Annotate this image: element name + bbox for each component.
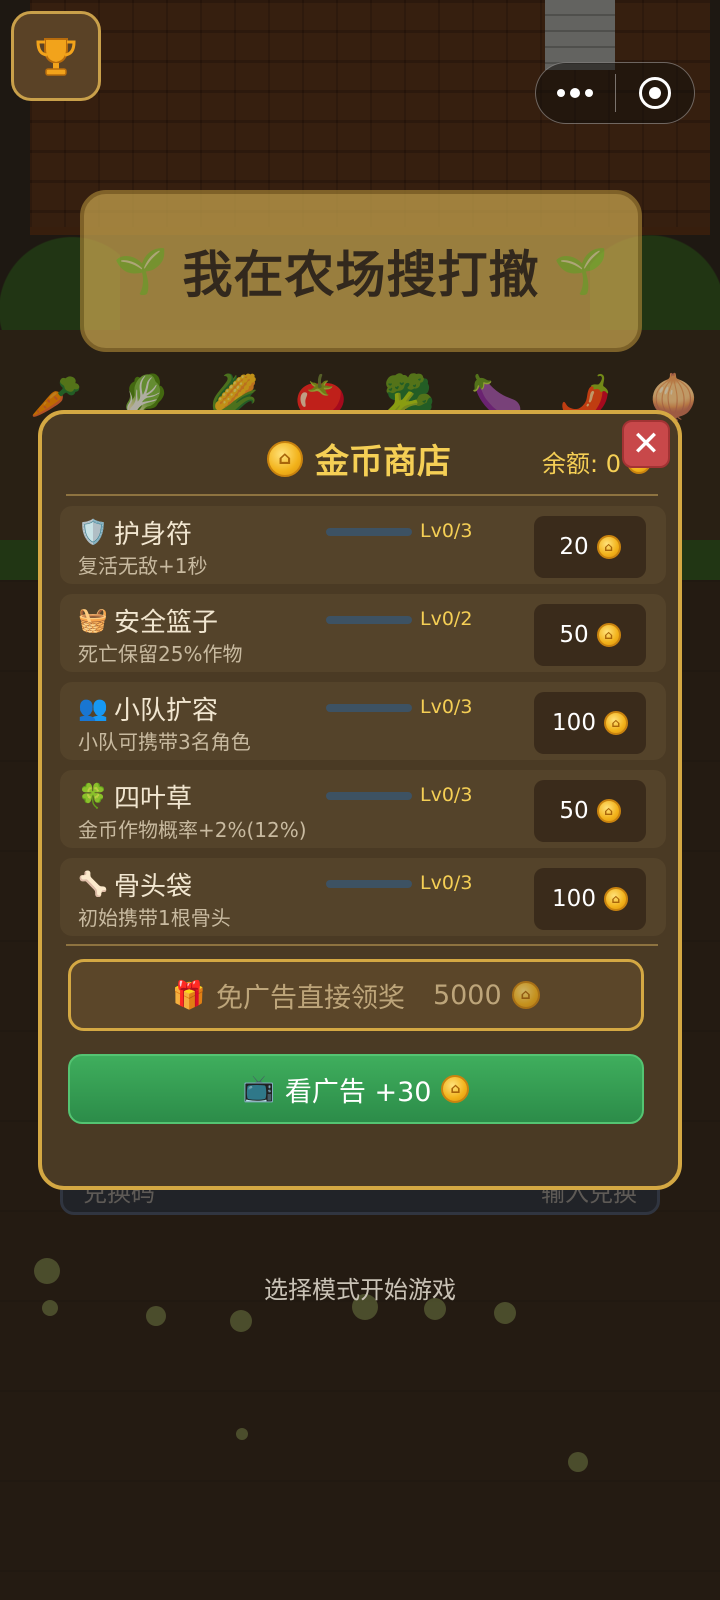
item-level: Lv0/3 — [420, 784, 473, 806]
bone-icon: 🦴 — [78, 870, 108, 898]
price-label: 100 — [552, 710, 596, 736]
coin-icon: ⌂ — [603, 711, 628, 735]
buy-button[interactable]: 100 ⌂ — [534, 692, 646, 754]
level-progress-bar — [326, 792, 412, 800]
divider — [66, 944, 658, 946]
free-claim-button[interactable]: 🎁 免广告直接领奖 5000 ⌂ — [68, 959, 644, 1031]
item-level: Lv0/3 — [420, 872, 473, 894]
level-progress-bar — [326, 704, 412, 712]
coin-icon: ⌂ — [441, 1075, 470, 1103]
item-desc: 初始携带1根骨头 — [78, 906, 231, 930]
miniprogram-capsule — [535, 62, 695, 124]
clover-icon: 🍀 — [78, 782, 108, 810]
coin-icon: ⌂ — [596, 623, 621, 647]
item-name: 骨头袋 — [114, 872, 193, 902]
item-name: 安全篮子 — [114, 608, 219, 638]
coin-shop-modal: ⌂ 金币商店 余额: 0 ⌂ 🛡️ 护身符 复活无敌+1秒 Lv0/3 20 ⌂… — [38, 410, 682, 1190]
divider — [66, 494, 658, 496]
coin-icon: ⌂ — [596, 535, 621, 559]
game-title: 我在农场搜打撤 — [182, 246, 540, 304]
item-name: 四叶草 — [114, 784, 193, 814]
level-progress-bar — [326, 880, 412, 888]
coin-icon: ⌂ — [267, 440, 303, 477]
people-icon: 👥 — [78, 694, 108, 722]
item-name: 护身符 — [114, 520, 193, 550]
level-progress-bar — [326, 528, 412, 536]
free-claim-amount: 5000 — [432, 979, 502, 1011]
shop-item-safe-basket: 🧺 安全篮子 死亡保留25%作物 Lv0/2 50 ⌂ — [60, 594, 666, 672]
item-desc: 小队可携带3名角色 — [78, 730, 251, 754]
buy-button[interactable]: 50 ⌂ — [534, 604, 646, 666]
shop-item-four-leaf-clover: 🍀 四叶草 金币作物概率+2%(12%) Lv0/3 50 ⌂ — [60, 770, 666, 848]
watch-ad-label: 看广告 +30 — [284, 1076, 432, 1108]
start-hint: 选择模式开始游戏 — [264, 1276, 456, 1304]
close-icon[interactable]: ✕ — [622, 420, 670, 468]
item-level: Lv0/3 — [420, 696, 473, 718]
item-desc: 死亡保留25%作物 — [78, 642, 243, 666]
price-label: 20 — [559, 534, 589, 560]
watch-ad-button[interactable]: 📺 看广告 +30 ⌂ — [68, 1054, 644, 1124]
more-button[interactable] — [536, 63, 615, 123]
shield-icon: 🛡️ — [78, 518, 108, 546]
level-progress-bar — [326, 616, 412, 624]
leaderboard-button[interactable] — [11, 11, 101, 101]
shop-header: ⌂ 金币商店 余额: 0 ⌂ — [42, 434, 678, 490]
item-name: 小队扩容 — [114, 696, 219, 726]
item-level: Lv0/2 — [420, 608, 473, 630]
buy-button[interactable]: 50 ⌂ — [534, 780, 646, 842]
item-level: Lv0/3 — [420, 520, 473, 542]
price-label: 100 — [552, 886, 596, 912]
shop-title: 金币商店 — [315, 442, 451, 482]
shop-item-amulet: 🛡️ 护身符 复活无敌+1秒 Lv0/3 20 ⌂ — [60, 506, 666, 584]
price-label: 50 — [559, 798, 589, 824]
buy-button[interactable]: 20 ⌂ — [534, 516, 646, 578]
shop-item-bone-bag: 🦴 骨头袋 初始携带1根骨头 Lv0/3 100 ⌂ — [60, 858, 666, 936]
more-dots-icon — [557, 89, 566, 97]
coin-icon: ⌂ — [511, 981, 540, 1009]
buy-button[interactable]: 100 ⌂ — [534, 868, 646, 930]
exit-button[interactable] — [616, 63, 695, 123]
item-desc: 金币作物概率+2%(12%) — [78, 818, 307, 842]
gift-icon: 🎁 — [172, 980, 206, 1011]
sprout-icon: 🌱 — [553, 246, 609, 297]
price-label: 50 — [559, 622, 589, 648]
game-title-sign: 🌱 我在农场搜打撤 🌱 — [80, 190, 642, 352]
balance-label: 余额: 0 — [542, 450, 621, 478]
free-claim-label: 免广告直接领奖 — [215, 982, 405, 1014]
coin-icon: ⌂ — [596, 799, 621, 823]
coin-icon: ⌂ — [603, 887, 628, 911]
basket-icon: 🧺 — [78, 606, 108, 634]
item-desc: 复活无敌+1秒 — [78, 554, 208, 578]
target-circle-icon — [638, 77, 671, 109]
sprout-icon: 🌱 — [113, 246, 169, 297]
tv-icon: 📺 — [242, 1074, 275, 1104]
trophy-icon — [36, 38, 76, 76]
shop-item-squad-expand: 👥 小队扩容 小队可携带3名角色 Lv0/3 100 ⌂ — [60, 682, 666, 760]
